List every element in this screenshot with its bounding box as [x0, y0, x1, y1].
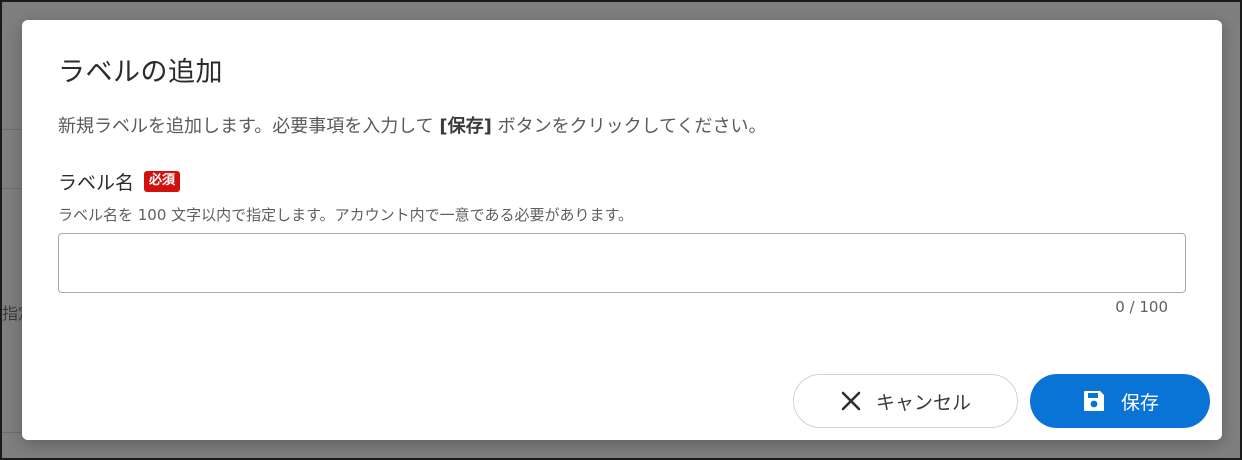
description-save-reference: [保存] [439, 116, 492, 137]
field-label-text: ラベル名 [58, 172, 135, 194]
required-badge: 必須 [144, 171, 181, 192]
character-counter: 0 / 100 [1115, 298, 1168, 316]
field-hint: ラベル名を 100 文字以内で指定します。アカウント内で一意である必要があります… [58, 206, 634, 224]
save-button-label: 保存 [1120, 391, 1159, 414]
save-icon [1081, 388, 1107, 414]
add-label-dialog: ラベルの追加 新規ラベルを追加します。必要事項を入力して [保存] ボタンをクリ… [22, 20, 1222, 440]
label-name-input[interactable] [58, 233, 1186, 293]
save-button[interactable]: 保存 [1030, 374, 1210, 428]
close-icon [840, 390, 862, 412]
label-name-field-label: ラベル名 必須 [58, 168, 181, 195]
cancel-button-label: キャンセル [875, 391, 971, 414]
dialog-title: ラベルの追加 [58, 57, 223, 88]
description-text: 新規ラベルを追加します。必要事項を入力して [58, 116, 440, 137]
description-text-suffix: ボタンをクリックしてください。 [491, 116, 767, 137]
dialog-description: 新規ラベルを追加します。必要事項を入力して [保存] ボタンをクリックしてくださ… [58, 112, 766, 138]
cancel-button[interactable]: キャンセル [793, 374, 1018, 428]
